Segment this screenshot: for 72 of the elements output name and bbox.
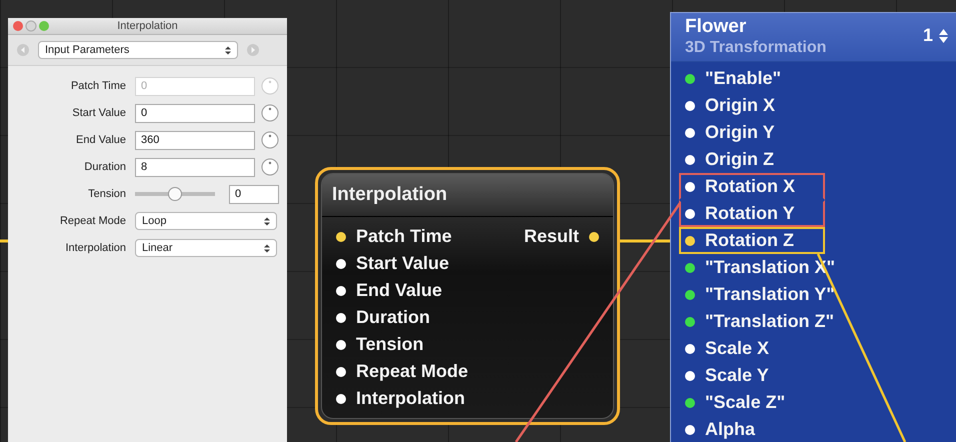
port-label: Origin Y [705, 122, 775, 143]
port-label: Rotation Z [705, 230, 794, 251]
port-label: End Value [356, 280, 442, 301]
port-dot[interactable] [336, 312, 346, 322]
dropdown[interactable]: Loop [135, 212, 277, 230]
node-title: Interpolation [332, 184, 448, 206]
window-controls-icon[interactable] [12, 20, 52, 32]
port-dot[interactable] [336, 366, 346, 376]
field-label: Patch Time [70, 80, 126, 92]
port-label: Repeat Mode [356, 361, 468, 382]
port-label: Scale X [705, 338, 770, 359]
port-label: Interpolation [356, 388, 465, 409]
stepper-icon[interactable] [261, 131, 279, 149]
field-label: Interpolation [64, 242, 126, 254]
port-dot[interactable] [685, 182, 695, 192]
port-dot[interactable] [685, 100, 695, 110]
instance-count: 1 [922, 25, 933, 46]
port-label: Origin Z [705, 149, 774, 170]
port-dot[interactable] [336, 340, 346, 350]
port-dot[interactable] [685, 424, 695, 434]
port-dot[interactable] [589, 232, 599, 242]
port-label: Result [524, 226, 579, 247]
port-label: "Enable" [705, 68, 782, 89]
value-field[interactable]: 8 [135, 158, 255, 176]
port-dot[interactable] [685, 236, 695, 246]
updown-arrows-icon[interactable] [264, 244, 270, 252]
port-label: Duration [356, 307, 430, 328]
value-field[interactable]: 0 [229, 184, 279, 204]
port-label: "Scale Z" [705, 392, 786, 413]
port-dot[interactable] [336, 258, 346, 268]
port-dot[interactable] [685, 128, 695, 138]
port-dot[interactable] [685, 208, 695, 218]
port-dot[interactable] [685, 370, 695, 380]
port-dot[interactable] [685, 154, 695, 164]
field-label: Start Value [71, 107, 126, 119]
section-select[interactable]: Input Parameters [38, 41, 238, 59]
window-title: Interpolation [116, 20, 179, 32]
port-label: Origin X [705, 95, 776, 116]
node-title: Flower [685, 15, 748, 39]
port-label: "Translation Z" [705, 311, 834, 332]
field-label: End Value [75, 134, 126, 146]
port-label: Patch Time [356, 226, 452, 247]
stepper-icon[interactable] [261, 104, 279, 122]
field-label: Tension [87, 188, 126, 200]
port-label: "Translation Y" [705, 284, 835, 305]
port-dot[interactable] [336, 286, 346, 296]
port-label: Rotation Y [705, 203, 795, 224]
slider-thumb[interactable] [168, 187, 182, 201]
field-label: Repeat Mode [58, 215, 126, 227]
port-dot[interactable] [685, 316, 695, 326]
dropdown[interactable]: Linear [135, 239, 277, 257]
updown-arrows-icon[interactable] [225, 46, 231, 54]
port-dot[interactable] [685, 74, 695, 84]
port-dot[interactable] [685, 344, 695, 354]
port-dot[interactable] [336, 394, 346, 404]
value-field[interactable]: 0 [135, 104, 255, 122]
port-label: Alpha [705, 419, 756, 440]
node-subtitle: 3D Transformation [685, 39, 826, 57]
stepper-icon[interactable] [261, 158, 279, 176]
port-dot[interactable] [685, 398, 695, 408]
stepper-icon[interactable] [939, 28, 948, 42]
port-dot[interactable] [685, 290, 695, 300]
updown-arrows-icon[interactable] [264, 216, 270, 226]
port-label: Start Value [356, 253, 450, 274]
field-label: Duration [83, 161, 126, 173]
port-dot[interactable] [685, 262, 695, 272]
port-label: Tension [356, 334, 424, 355]
value-field[interactable]: 360 [135, 130, 255, 150]
port-label: Rotation X [705, 176, 795, 197]
port-dot[interactable] [336, 232, 346, 242]
port-label: Scale Y [705, 365, 769, 386]
patch-node[interactable]: Interpolation Patch Time Start Value End Value Duration Tension Repeat Mode Interpolation Result [315, 167, 620, 425]
